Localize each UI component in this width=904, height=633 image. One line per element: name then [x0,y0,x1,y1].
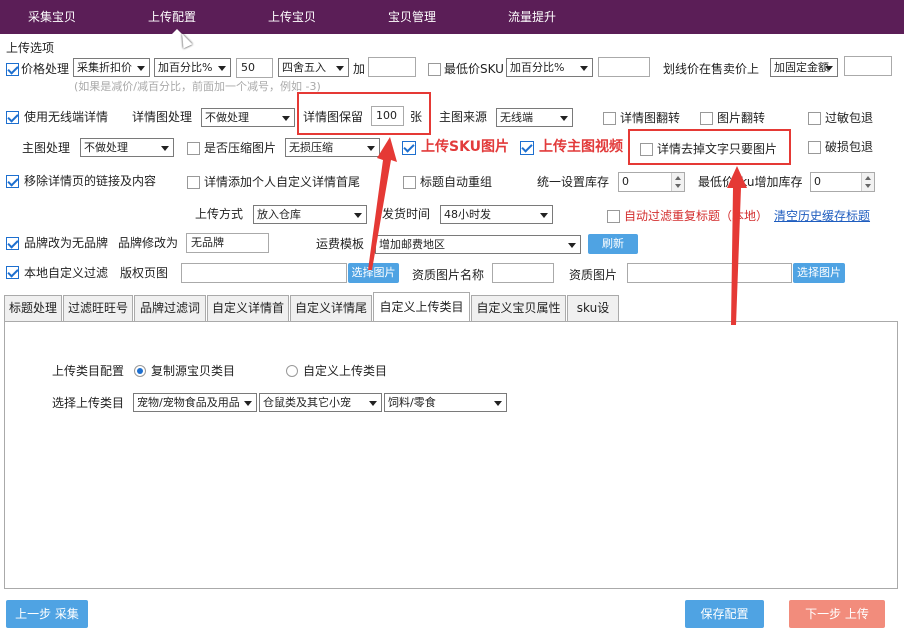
arrow-to-detail-keep-icon [368,137,397,270]
annotation-arrows [368,137,747,325]
arrow-to-remove-text-icon [727,166,747,325]
